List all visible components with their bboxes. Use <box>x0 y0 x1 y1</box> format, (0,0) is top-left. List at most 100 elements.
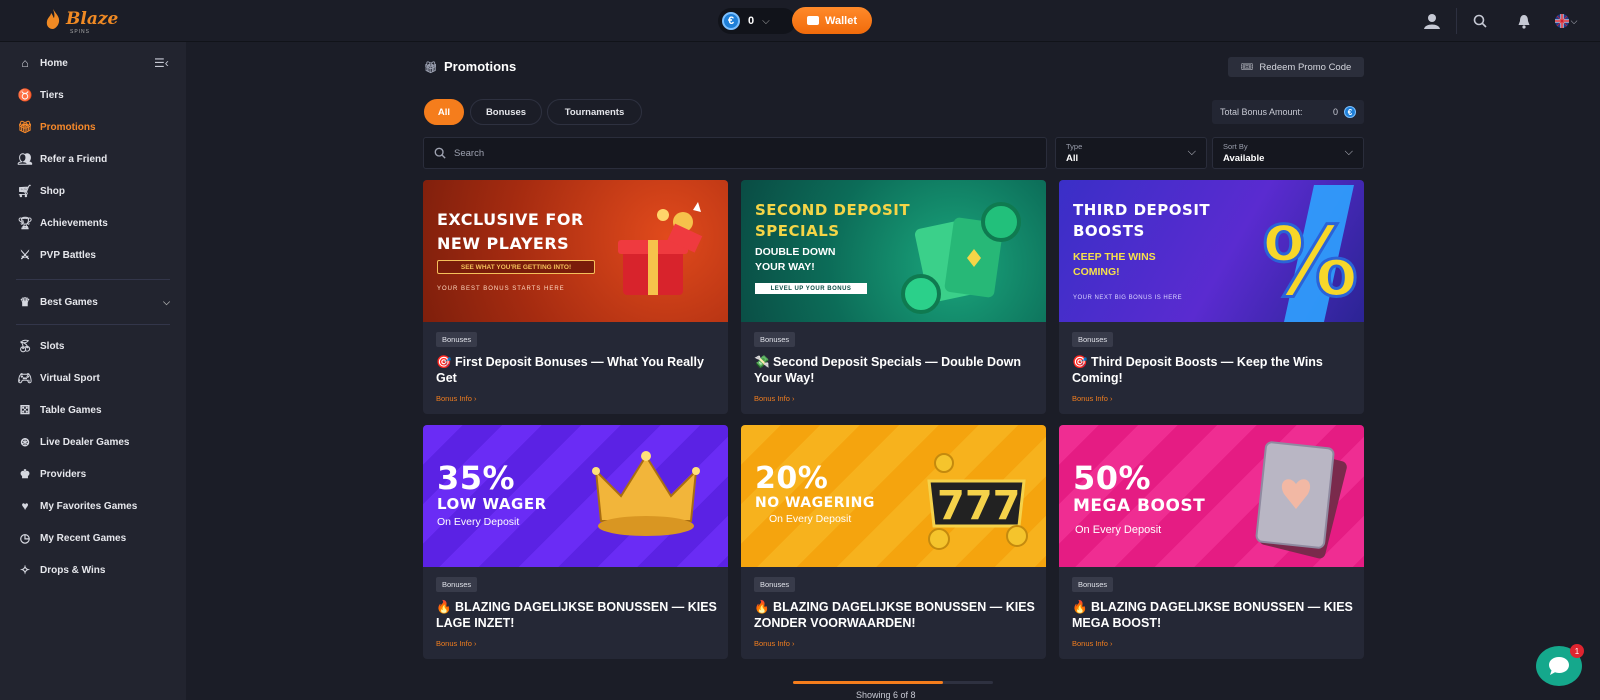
sort-select[interactable]: Sort By Available ⌵ <box>1212 137 1364 169</box>
sidebar-item-label: Shop <box>40 185 65 197</box>
cards-chips-icon <box>901 202 1021 314</box>
sidebar-item-home[interactable]: ⌂ Home <box>18 53 170 73</box>
swords-icon: ⚔ <box>19 248 31 262</box>
gift-icon: 🎁︎ <box>17 120 33 134</box>
banner-headline: MEGA BOOST <box>1073 496 1206 516</box>
crown-icon <box>592 451 700 536</box>
banner-cta: SEE WHAT YOU'RE GETTING INTO! <box>437 260 595 274</box>
promo-banner: SECOND DEPOSIT SPECIALS DOUBLE DOWN YOUR W… <box>741 180 1046 322</box>
promo-title: 🔥 BLAZING DAGELIJKSE BONUSSEN — KIES LAG… <box>436 600 717 630</box>
crown-icon: ♛ <box>19 295 31 309</box>
sidebar-item-label: My Favorites Games <box>40 500 138 512</box>
banner-big-number: 20% <box>755 461 829 496</box>
bonus-info-link[interactable]: Bonus Info › <box>436 639 476 648</box>
tab-bonuses[interactable]: Bonuses <box>470 99 542 125</box>
sidebar-item-my-favorites-games[interactable]: ♥ My Favorites Games <box>18 496 170 516</box>
sidebar-item-slots[interactable]: 🍒︎ Slots <box>17 336 170 356</box>
page-title-text: Promotions <box>444 59 517 74</box>
bell-icon[interactable] <box>1510 8 1538 34</box>
type-select[interactable]: Type All ⌵ <box>1055 137 1207 169</box>
sidebar-item-table-games[interactable]: ⚄ Table Games <box>18 400 170 420</box>
total-bonus-label: Total Bonus Amount: <box>1220 107 1303 117</box>
promo-title: 💸 Second Deposit Specials — Double Down … <box>754 355 1021 385</box>
euro-coin-icon: € <box>722 12 740 30</box>
redeem-label: Redeem Promo Code <box>1259 61 1352 73</box>
sidebar-item-label: Tiers <box>40 89 64 101</box>
bonus-info-link[interactable]: Bonus Info › <box>754 394 794 403</box>
sidebar-item-providers[interactable]: ♚ Providers <box>18 464 170 484</box>
sidebar-item-my-recent-games[interactable]: ◷ My Recent Games <box>18 528 170 548</box>
user-icon[interactable] <box>1418 8 1446 34</box>
bonus-info-link[interactable]: Bonus Info › <box>1072 394 1112 403</box>
bonus-info-link[interactable]: Bonus Info › <box>754 639 794 648</box>
promo-banner: 20% NO WAGERING On Every Deposit 777 <box>741 425 1046 567</box>
sidebar-item-label: PVP Battles <box>40 249 96 261</box>
tab-all[interactable]: All <box>424 99 464 125</box>
sidebar-item-achievements[interactable]: 🏆︎ Achievements <box>17 213 170 233</box>
logo[interactable]: Blaze SPINS <box>44 8 118 35</box>
total-bonus-amount: Total Bonus Amount: 0 € <box>1212 100 1364 124</box>
redeem-promo-button[interactable]: 🎟︎ Redeem Promo Code <box>1228 57 1364 77</box>
chevron-down-icon: ⌵ <box>1570 15 1578 26</box>
balance-selector[interactable]: € 0 ⌵ <box>718 8 796 34</box>
promo-card[interactable]: THIRD DEPOSIT BOOSTS KEEP THE WINS COMING!… <box>1059 180 1364 414</box>
promo-card[interactable]: 50% MEGA BOOST On Every Deposit Bonuses … <box>1059 425 1364 659</box>
sidebar-item-live-dealer-games[interactable]: ⊛ Live Dealer Games <box>18 432 170 452</box>
trophy-icon: 🏆︎ <box>17 216 33 230</box>
sidebar-item-label: Home <box>40 57 68 69</box>
sidebar-item-label: Virtual Sport <box>40 372 100 384</box>
sidebar-item-drops-wins[interactable]: ✧ Drops & Wins <box>18 560 170 580</box>
language-selector[interactable]: ⌵ <box>1548 8 1584 34</box>
sidebar-item-pvp-battles[interactable]: ⚔ PVP Battles <box>18 245 170 265</box>
category-tag: Bonuses <box>436 577 478 592</box>
showing-count: Showing 6 of 8 <box>856 690 916 700</box>
banner-headline: SECOND DEPOSIT SPECIALS <box>755 201 911 240</box>
sidebar-item-label: Table Games <box>40 404 102 416</box>
sidebar-item-label: Slots <box>40 340 65 352</box>
banner-headline: NO WAGERING <box>755 495 875 511</box>
promo-card[interactable]: 20% NO WAGERING On Every Deposit 777 Bon… <box>741 425 1046 659</box>
sidebar-item-refer-a-friend[interactable]: 👥︎ Refer a Friend <box>17 149 170 169</box>
wallet-button[interactable]: Wallet <box>792 7 872 34</box>
search-icon[interactable] <box>1466 8 1494 34</box>
cart-icon: 🛒︎ <box>17 184 33 198</box>
tiers-icon: ♉ <box>17 88 33 102</box>
tab-tournaments[interactable]: Tournaments <box>547 99 642 125</box>
promo-card[interactable]: EXCLUSIVE FOR NEW PLAYERS SEE WHAT YOU'RE… <box>423 180 728 414</box>
promo-title: 🎯 Third Deposit Boosts — Keep the Wins C… <box>1072 355 1323 385</box>
chip-icon: ⊛ <box>19 435 31 449</box>
search-input[interactable]: Search <box>423 137 1047 169</box>
bonus-info-link[interactable]: Bonus Info › <box>1072 639 1112 648</box>
sidebar-item-label: Refer a Friend <box>40 153 108 165</box>
gift-box-icon <box>618 202 703 295</box>
wallet-label: Wallet <box>825 14 857 27</box>
banner-footer: YOUR BEST BONUS STARTS HERE <box>437 286 565 292</box>
ticket-icon: 🎟︎ <box>1240 61 1254 73</box>
total-bonus-value: 0 <box>1332 107 1338 117</box>
uk-flag-icon <box>1554 14 1569 28</box>
gift-icon: 🎁︎ <box>424 61 438 74</box>
sidebar-item-best-games[interactable]: ♛ Best Games ⌵ <box>18 292 170 312</box>
category-tag: Bonuses <box>754 577 796 592</box>
banner-subline: On Every Deposit <box>437 516 520 528</box>
sidebar-item-virtual-sport[interactable]: 🎮︎ Virtual Sport <box>17 368 170 388</box>
sidebar-divider <box>16 279 170 280</box>
category-tag: Bonuses <box>1072 577 1114 592</box>
banner-headline: LOW WAGER <box>437 495 547 513</box>
promo-card[interactable]: 35% LOW WAGER On Every Deposit Bonuses 🔥… <box>423 425 728 659</box>
sidebar-item-promotions[interactable]: 🎁︎ Promotions <box>17 117 170 137</box>
drops-icon: ✧ <box>19 563 31 577</box>
promo-title: 🔥 BLAZING DAGELIJKSE BONUSSEN — KIES ZON… <box>754 600 1035 630</box>
chat-button[interactable]: 1 <box>1536 644 1584 686</box>
bonus-info-link[interactable]: Bonus Info › <box>436 394 476 403</box>
sidebar-item-tiers[interactable]: ♉ Tiers <box>18 85 170 105</box>
sidebar-item-shop[interactable]: 🛒︎ Shop <box>17 181 170 201</box>
sidebar-item-label: My Recent Games <box>40 532 127 544</box>
chevron-down-icon: ⌵ <box>1344 146 1353 158</box>
type-label: Type <box>1066 142 1083 151</box>
category-tag: Bonuses <box>1072 332 1114 347</box>
chevron-down-icon: ⌵ <box>1187 146 1196 158</box>
promo-card[interactable]: SECOND DEPOSIT SPECIALS DOUBLE DOWN YOUR W… <box>741 180 1046 414</box>
clock-icon: ◷ <box>19 531 31 545</box>
promo-banner: EXCLUSIVE FOR NEW PLAYERS SEE WHAT YOU'RE… <box>423 180 728 322</box>
